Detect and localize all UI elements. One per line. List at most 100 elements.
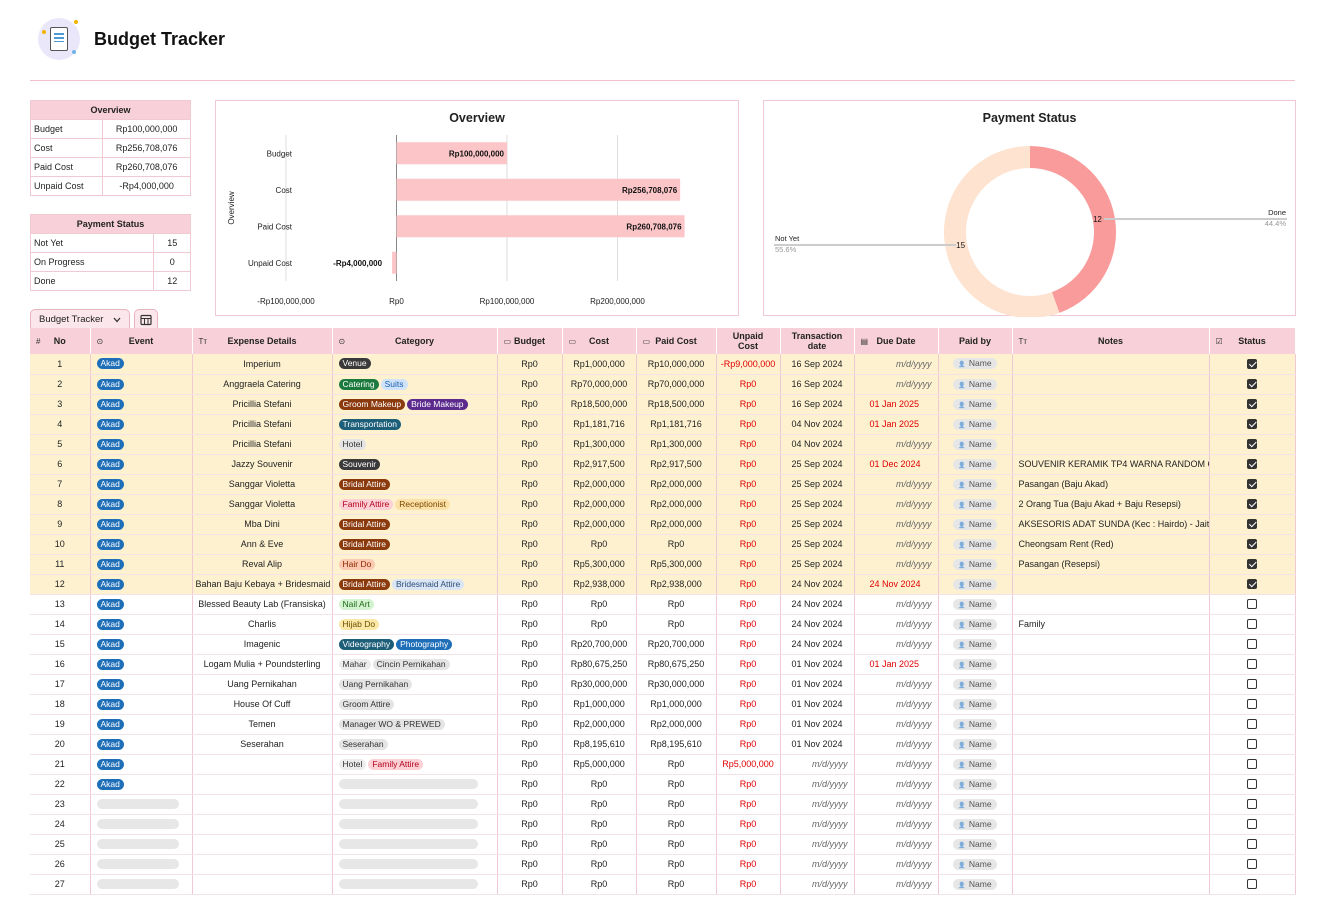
column-header-unpaid-cost[interactable]: Unpaid Cost — [716, 328, 781, 354]
cell-cost[interactable]: Rp0 — [562, 534, 637, 555]
cell-cost[interactable]: Rp5,300,000 — [562, 554, 637, 575]
cell-cost[interactable]: Rp2,000,000 — [562, 514, 637, 535]
cell-paid-by[interactable]: 👤 Name — [938, 534, 1013, 555]
person-chip[interactable]: 👤 Name — [953, 818, 997, 830]
cell-no[interactable]: 26 — [30, 854, 91, 875]
cell-category[interactable]: Groom Makeup Bride Makeup — [332, 394, 498, 415]
cell-due-date[interactable]: m/d/yyyy — [854, 854, 939, 875]
cell-paid-by[interactable]: 👤 Name — [938, 434, 1013, 455]
checkbox-unchecked[interactable] — [1247, 799, 1257, 810]
cell-no[interactable]: 19 — [30, 714, 91, 735]
cell-due-date[interactable]: m/d/yyyy — [854, 594, 939, 615]
cell-notes[interactable] — [1012, 594, 1210, 615]
overview-chart-panel[interactable]: Overview -Rp100,000,000 Rp0 Rp100,000,000 R… — [215, 100, 739, 316]
cell-event[interactable]: Akad — [90, 414, 193, 435]
cell-category[interactable] — [332, 854, 498, 875]
cell-unpaid-cost[interactable]: -Rp9,000,000 — [716, 354, 781, 375]
cell-transaction-date[interactable]: 16 Sep 2024 — [780, 354, 855, 375]
cell-transaction-date[interactable]: 24 Nov 2024 — [780, 574, 855, 595]
cell-paid-cost[interactable]: Rp2,000,000 — [636, 514, 717, 535]
cell-paid-by[interactable]: 👤 Name — [938, 654, 1013, 675]
cell-budget[interactable]: Rp0 — [497, 534, 563, 555]
cell-no[interactable]: 17 — [30, 674, 91, 695]
cell-no[interactable]: 10 — [30, 534, 91, 555]
person-chip[interactable]: 👤 Name — [953, 858, 997, 870]
cell-unpaid-cost[interactable]: Rp0 — [716, 734, 781, 755]
cell-budget[interactable]: Rp0 — [497, 454, 563, 475]
table-row[interactable]: 27 Rp0 Rp0 Rp0 Rp0 m/d/yyyy m/d/yyyy 👤 Name — [30, 874, 1296, 895]
cell-no[interactable]: 4 — [30, 414, 91, 435]
cell-cost[interactable]: Rp2,000,000 — [562, 494, 637, 515]
cell-status[interactable] — [1209, 794, 1296, 815]
cell-paid-cost[interactable]: Rp2,000,000 — [636, 474, 717, 495]
cell-transaction-date[interactable]: 25 Sep 2024 — [780, 454, 855, 475]
cell-cost[interactable]: Rp70,000,000 — [562, 374, 637, 395]
cell-cost[interactable]: Rp30,000,000 — [562, 674, 637, 695]
cell-due-date[interactable]: m/d/yyyy — [854, 874, 939, 895]
cell-expense-details[interactable]: Logam Mulia + Poundsterling — [192, 654, 333, 675]
cell-event[interactable]: Akad — [90, 674, 193, 695]
table-row[interactable]: 21 Akad Hotel Family Attire Rp0 Rp5,000,000 Rp… — [30, 754, 1296, 775]
cell-no[interactable]: 1 — [30, 354, 91, 375]
cell-event[interactable] — [90, 794, 193, 815]
cell-status[interactable] — [1209, 734, 1296, 755]
cell-notes[interactable] — [1012, 714, 1210, 735]
person-chip[interactable]: 👤 Name — [953, 838, 997, 850]
person-chip[interactable]: 👤 Name — [953, 398, 997, 410]
cell-due-date[interactable]: m/d/yyyy — [854, 494, 939, 515]
status-count[interactable]: 0 — [153, 252, 191, 272]
checkbox-unchecked[interactable] — [1247, 619, 1257, 630]
cell-paid-by[interactable]: 👤 Name — [938, 474, 1013, 495]
person-chip[interactable]: 👤 Name — [953, 658, 997, 670]
person-chip[interactable]: 👤 Name — [953, 738, 997, 750]
cell-event[interactable]: Akad — [90, 494, 193, 515]
cell-category[interactable]: Bridal Attire Bridesmaid Attire — [332, 574, 498, 595]
cell-status[interactable] — [1209, 474, 1296, 495]
column-header-paid-by[interactable]: Paid by — [938, 328, 1013, 354]
cell-notes[interactable] — [1012, 434, 1210, 455]
checkbox-unchecked[interactable] — [1247, 839, 1257, 850]
cell-event[interactable]: Akad — [90, 734, 193, 755]
checkbox-checked[interactable] — [1247, 579, 1257, 590]
cell-notes[interactable] — [1012, 834, 1210, 855]
cell-category[interactable]: Videography Photography — [332, 634, 498, 655]
cell-notes[interactable] — [1012, 814, 1210, 835]
cell-no[interactable]: 12 — [30, 574, 91, 595]
cell-notes[interactable] — [1012, 794, 1210, 815]
cell-unpaid-cost[interactable]: Rp0 — [716, 494, 781, 515]
table-row[interactable]: 17 Akad Uang Pernikahan Uang Pernikahan Rp0 R… — [30, 674, 1296, 695]
cell-expense-details[interactable]: Imperium — [192, 354, 333, 375]
status-count[interactable]: 15 — [153, 233, 191, 253]
cell-transaction-date[interactable]: m/d/yyyy — [780, 794, 855, 815]
cell-expense-details[interactable] — [192, 874, 333, 895]
cell-transaction-date[interactable]: m/d/yyyy — [780, 874, 855, 895]
table-row[interactable]: 16 Akad Logam Mulia + Poundsterling Mahar Ci… — [30, 654, 1296, 675]
cell-notes[interactable] — [1012, 354, 1210, 375]
cell-status[interactable] — [1209, 874, 1296, 895]
cell-cost[interactable]: Rp5,000,000 — [562, 754, 637, 775]
cell-due-date[interactable]: m/d/yyyy — [854, 754, 939, 775]
cell-expense-details[interactable]: Sanggar Violetta — [192, 494, 333, 515]
person-chip[interactable]: 👤 Name — [953, 498, 997, 510]
cell-no[interactable]: 13 — [30, 594, 91, 615]
person-chip[interactable]: 👤 Name — [953, 618, 997, 630]
cell-cost[interactable]: Rp1,181,716 — [562, 414, 637, 435]
cell-paid-by[interactable]: 👤 Name — [938, 414, 1013, 435]
cell-status[interactable] — [1209, 354, 1296, 375]
cell-paid-cost[interactable]: Rp0 — [636, 814, 717, 835]
cell-notes[interactable]: Family — [1012, 614, 1210, 635]
cell-no[interactable]: 8 — [30, 494, 91, 515]
cell-paid-cost[interactable]: Rp0 — [636, 874, 717, 895]
cell-expense-details[interactable]: Charlis — [192, 614, 333, 635]
cell-notes[interactable] — [1012, 754, 1210, 775]
cell-no[interactable]: 22 — [30, 774, 91, 795]
overview-value[interactable]: -Rp4,000,000 — [102, 176, 191, 196]
cell-transaction-date[interactable]: 01 Nov 2024 — [780, 654, 855, 675]
overview-value[interactable]: Rp260,708,076 — [102, 157, 191, 177]
cell-status[interactable] — [1209, 814, 1296, 835]
cell-cost[interactable]: Rp1,300,000 — [562, 434, 637, 455]
cell-budget[interactable]: Rp0 — [497, 814, 563, 835]
cell-event[interactable]: Akad — [90, 594, 193, 615]
cell-transaction-date[interactable]: 24 Nov 2024 — [780, 594, 855, 615]
cell-transaction-date[interactable]: 01 Nov 2024 — [780, 734, 855, 755]
